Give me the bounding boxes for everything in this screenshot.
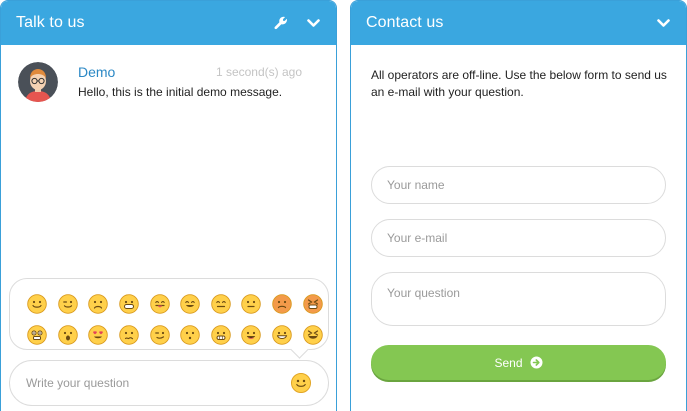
emoji-smirk-icon[interactable] <box>144 319 175 350</box>
contact-title: Contact us <box>366 14 444 31</box>
emoji-grin-icon[interactable] <box>114 288 145 319</box>
offline-message: All operators are off-line. Use the belo… <box>371 68 667 99</box>
emoji-surprised-icon[interactable] <box>236 288 267 319</box>
question-field[interactable] <box>371 272 666 326</box>
arrow-circle-right-icon <box>530 356 543 369</box>
send-label: Send <box>494 355 523 370</box>
email-field[interactable] <box>371 219 666 257</box>
name-field[interactable] <box>371 166 666 204</box>
emoji-big-grin-icon[interactable] <box>267 319 298 350</box>
emoji-laugh-icon[interactable] <box>236 319 267 350</box>
chevron-down-icon[interactable] <box>654 14 672 32</box>
contact-header[interactable]: Contact us <box>351 1 686 45</box>
smiley-icon[interactable] <box>290 372 312 394</box>
emoji-row <box>22 288 328 319</box>
contact-panel: Contact us All operators are off-line. U… <box>350 0 687 411</box>
emoji-angry-icon[interactable] <box>267 288 298 319</box>
emoji-row <box>22 319 328 350</box>
emoji-neutral-icon[interactable] <box>206 288 237 319</box>
chat-title: Talk to us <box>16 14 85 31</box>
wrench-icon[interactable] <box>272 14 290 32</box>
emoji-frown-icon[interactable] <box>83 288 114 319</box>
emoji-furious-icon[interactable] <box>297 288 328 319</box>
send-button[interactable]: Send <box>371 345 666 380</box>
message-time: 1 second(s) ago <box>215 65 302 79</box>
question-input[interactable] <box>26 376 290 390</box>
chat-header[interactable]: Talk to us <box>1 1 336 45</box>
emoji-worried-icon[interactable] <box>114 319 145 350</box>
avatar <box>18 62 58 102</box>
emoji-sad-icon[interactable] <box>175 319 206 350</box>
emoji-picker <box>9 278 329 350</box>
emoji-smile-icon[interactable] <box>22 288 53 319</box>
chat-message: Demo 1 second(s) ago Hello, this is the … <box>18 62 318 102</box>
chat-panel: Talk to us Demo 1 second(s) ago Hello, t… <box>0 0 337 411</box>
emoji-tongue-icon[interactable] <box>144 288 175 319</box>
chevron-down-icon[interactable] <box>304 14 322 32</box>
emoji-xd-icon[interactable] <box>297 319 328 350</box>
message-text: Hello, this is the initial demo message. <box>78 85 283 99</box>
emoji-wink-icon[interactable] <box>53 288 84 319</box>
emoji-heart-eyes-icon[interactable] <box>83 319 114 350</box>
message-author: Demo <box>78 64 116 80</box>
emoji-shocked-icon[interactable] <box>22 319 53 350</box>
emoji-scared-icon[interactable] <box>53 319 84 350</box>
emoji-happy-icon[interactable] <box>175 288 206 319</box>
chat-input-box[interactable] <box>9 360 329 406</box>
emoji-teeth-icon[interactable] <box>206 319 237 350</box>
